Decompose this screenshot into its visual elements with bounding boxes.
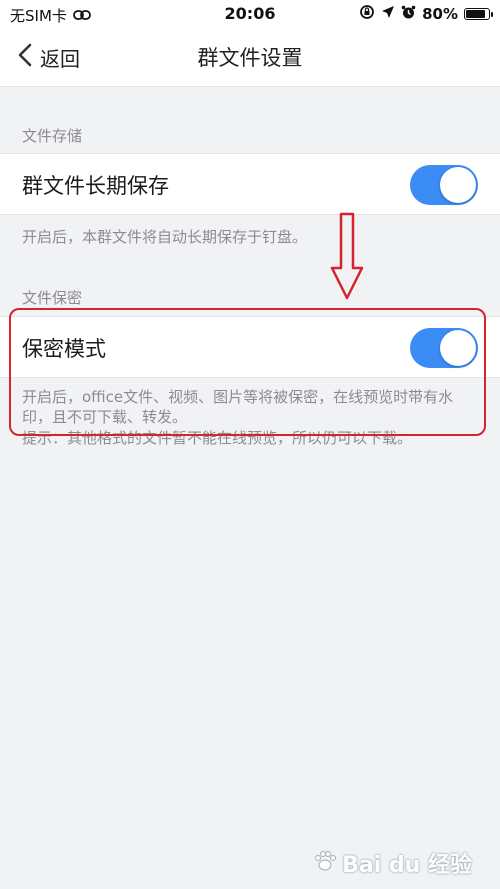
long-term-save-toggle[interactable] — [410, 165, 478, 205]
confidential-mode-label: 保密模式 — [22, 337, 106, 361]
section-header-storage: 文件存储 — [22, 127, 83, 145]
rotation-lock-icon — [359, 4, 375, 24]
page-title: 群文件设置 — [197, 46, 303, 70]
annotation-down-arrow-icon — [330, 212, 364, 306]
alarm-icon — [401, 5, 416, 24]
long-term-save-description: 开启后，本群文件将自动长期保存于钉盘。 — [22, 228, 308, 246]
toggle-knob — [440, 167, 476, 203]
status-bar: 无SIM卡 20:06 80% — [0, 0, 500, 28]
battery-icon — [464, 8, 493, 20]
paw-logo-icon — [312, 848, 338, 878]
setting-row-confidential-mode: 保密模式 — [0, 316, 500, 378]
confidential-mode-description: 开启后，office文件、视频、图片等将被保密，在线预览时带有水印，且不可下载、… — [22, 388, 454, 426]
confidential-mode-toggle[interactable] — [410, 328, 478, 368]
toggle-knob — [440, 330, 476, 366]
baidu-watermark: Bai du 经验 — [312, 847, 472, 879]
confidential-mode-hint: 提示：其他格式的文件暂不能在线预览，所以仍可以下载。 — [22, 429, 413, 447]
long-term-save-label: 群文件长期保存 — [22, 174, 169, 198]
nav-bar: 返回 群文件设置 — [0, 28, 500, 87]
status-right: 80% — [359, 4, 493, 24]
battery-percent: 80% — [422, 5, 458, 23]
section-header-confidential: 文件保密 — [22, 289, 83, 307]
setting-row-long-term-save: 群文件长期保存 — [0, 153, 500, 215]
watermark-text: Bai du 经验 — [342, 853, 472, 878]
location-icon — [381, 5, 395, 23]
